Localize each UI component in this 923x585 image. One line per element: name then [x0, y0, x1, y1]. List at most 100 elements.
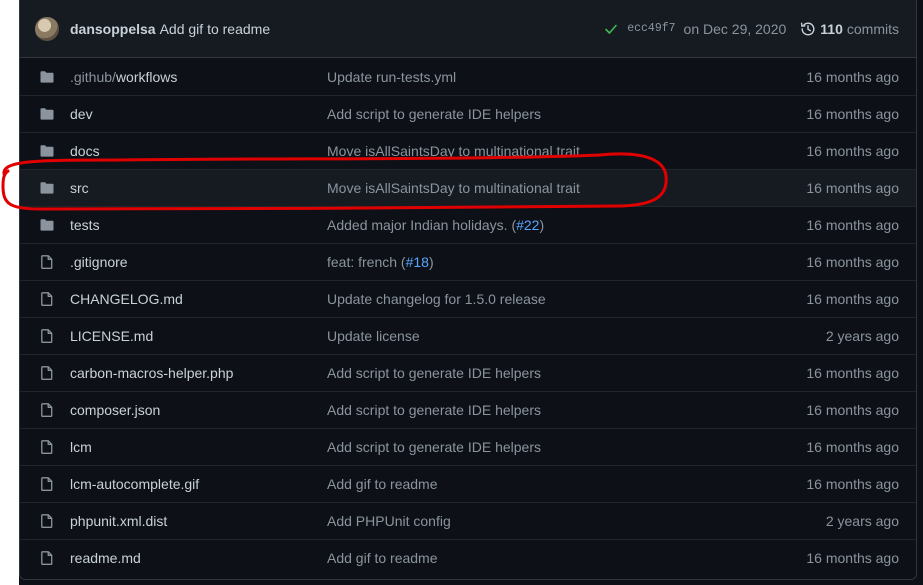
- commit-text-suffix[interactable]: ): [429, 254, 434, 270]
- commit-message[interactable]: Add gif to readme: [160, 21, 271, 37]
- file-name-link[interactable]: .github/workflows: [70, 69, 327, 85]
- file-row[interactable]: composer.json Add script to generate IDE …: [20, 391, 916, 428]
- file-age: 16 months ago: [806, 476, 899, 492]
- file-name-link[interactable]: composer.json: [70, 402, 327, 418]
- folder-icon: [39, 180, 55, 196]
- commit-text[interactable]: Add PHPUnit config: [327, 513, 451, 529]
- check-icon[interactable]: [603, 21, 619, 37]
- file-name[interactable]: composer.json: [70, 402, 160, 418]
- file-row[interactable]: docs Move isAllSaintsDay to multinational…: [20, 132, 916, 169]
- file-commit-message[interactable]: Move isAllSaintsDay to multinational tra…: [327, 180, 806, 196]
- file-name-link[interactable]: src: [70, 180, 327, 196]
- file-age: 2 years ago: [825, 513, 899, 529]
- file-name-link[interactable]: dev: [70, 106, 327, 122]
- commit-text[interactable]: Add gif to readme: [327, 550, 438, 566]
- commit-text[interactable]: Added major Indian holidays. (: [327, 217, 516, 233]
- commit-sha[interactable]: ecc49f7: [627, 22, 675, 35]
- file-row[interactable]: lcm Add script to generate IDE helpers 16 …: [20, 428, 916, 465]
- history-icon[interactable]: [800, 21, 816, 37]
- file-commit-message[interactable]: Add gif to readme: [327, 550, 806, 566]
- file-name[interactable]: CHANGELOG.md: [70, 291, 183, 307]
- file-name[interactable]: lcm: [70, 439, 92, 455]
- file-name[interactable]: lcm-autocomplete.gif: [70, 476, 199, 492]
- file-row[interactable]: .github/workflows Update run-tests.yml 16 …: [20, 58, 916, 95]
- commit-text[interactable]: Add gif to readme: [327, 476, 438, 492]
- file-name[interactable]: carbon-macros-helper.php: [70, 365, 233, 381]
- file-row[interactable]: src Move isAllSaintsDay to multinational …: [20, 169, 916, 206]
- file-name[interactable]: LICENSE.md: [70, 328, 153, 344]
- file-name[interactable]: tests: [70, 217, 100, 233]
- commit-author[interactable]: dansoppelsa: [70, 21, 156, 37]
- commit-text[interactable]: Add script to generate IDE helpers: [327, 439, 541, 455]
- commit-count-label[interactable]: commits: [847, 21, 899, 37]
- commit-text-suffix[interactable]: ): [539, 217, 544, 233]
- file-row[interactable]: dev Add script to generate IDE helpers 16 …: [20, 95, 916, 132]
- commit-count[interactable]: 110: [820, 21, 843, 37]
- file-commit-message[interactable]: Update run-tests.yml: [327, 69, 806, 85]
- latest-commit-header: dansoppelsa Add gif to readme ecc49f7 on…: [20, 0, 916, 58]
- file-commit-message[interactable]: Add script to generate IDE helpers: [327, 106, 806, 122]
- file-commit-message[interactable]: Add script to generate IDE helpers: [327, 402, 806, 418]
- commit-text[interactable]: Update run-tests.yml: [327, 69, 456, 85]
- file-icon: [39, 439, 55, 455]
- file-row[interactable]: lcm-autocomplete.gif Add gif to readme 16 …: [20, 465, 916, 502]
- file-row[interactable]: tests Added major Indian holidays. (#22) 1…: [20, 206, 916, 243]
- commit-text[interactable]: Move isAllSaintsDay to multinational tra…: [327, 180, 580, 196]
- file-commit-message[interactable]: Add script to generate IDE helpers: [327, 365, 806, 381]
- file-name-prefix[interactable]: .github/: [70, 69, 116, 85]
- file-row[interactable]: CHANGELOG.md Update changelog for 1.5.0 r…: [20, 280, 916, 317]
- file-age: 16 months ago: [806, 106, 899, 122]
- file-age: 16 months ago: [806, 68, 899, 85]
- file-name[interactable]: src: [70, 180, 89, 196]
- file-row[interactable]: phpunit.xml.dist Add PHPUnit config 2 year…: [20, 502, 916, 539]
- file-commit-message[interactable]: Add PHPUnit config: [327, 513, 826, 529]
- file-age: 2 years ago: [825, 328, 899, 344]
- file-name-link[interactable]: tests: [70, 217, 327, 233]
- file-age: 16 months ago: [806, 217, 899, 233]
- file-name-link[interactable]: LICENSE.md: [70, 328, 327, 344]
- file-name-link[interactable]: readme.md: [70, 550, 327, 566]
- file-commit-message[interactable]: Added major Indian holidays. (#22): [327, 217, 806, 233]
- file-age: 16 months ago: [806, 365, 899, 381]
- issue-link[interactable]: #18: [406, 254, 429, 270]
- file-age: 16 months ago: [806, 402, 899, 418]
- file-commit-message[interactable]: feat: french (#18): [327, 254, 806, 270]
- file-name-link[interactable]: lcm-autocomplete.gif: [70, 476, 327, 492]
- file-row[interactable]: readme.md Add gif to readme 16 months ago: [20, 539, 916, 576]
- file-age: 16 months ago: [806, 143, 899, 159]
- file-name-link[interactable]: lcm: [70, 439, 327, 455]
- file-icon: [39, 513, 55, 529]
- file-name[interactable]: .gitignore: [70, 254, 128, 270]
- file-name[interactable]: readme.md: [70, 550, 141, 566]
- file-icon: [39, 550, 55, 566]
- file-commit-message[interactable]: Add gif to readme: [327, 476, 806, 492]
- file-name-link[interactable]: carbon-macros-helper.php: [70, 365, 327, 381]
- file-commit-message[interactable]: Update changelog for 1.5.0 release: [327, 291, 806, 307]
- file-row[interactable]: .gitignore feat: french (#18) 16 months ag…: [20, 243, 916, 280]
- file-name[interactable]: phpunit.xml.dist: [70, 513, 167, 529]
- commit-text[interactable]: Move isAllSaintsDay to multinational tra…: [327, 143, 580, 159]
- file-row[interactable]: carbon-macros-helper.php Add script to ge…: [20, 354, 916, 391]
- file-name[interactable]: docs: [70, 143, 100, 159]
- issue-link[interactable]: #22: [516, 217, 539, 233]
- file-commit-message[interactable]: Move isAllSaintsDay to multinational tra…: [327, 143, 806, 159]
- commit-text[interactable]: Update changelog for 1.5.0 release: [327, 291, 546, 307]
- file-commit-message[interactable]: Update license: [327, 328, 826, 344]
- file-age: 16 months ago: [806, 291, 899, 307]
- file-name[interactable]: workflows: [116, 69, 177, 85]
- file-name-link[interactable]: CHANGELOG.md: [70, 291, 327, 307]
- commit-text[interactable]: feat: french (: [327, 254, 406, 270]
- file-row[interactable]: LICENSE.md Update license 2 years ago: [20, 317, 916, 354]
- file-age: 16 months ago: [806, 439, 899, 455]
- file-name-link[interactable]: .gitignore: [70, 254, 327, 270]
- file-commit-message[interactable]: Add script to generate IDE helpers: [327, 439, 806, 455]
- file-name-link[interactable]: docs: [70, 143, 327, 159]
- author-avatar[interactable]: [35, 16, 59, 41]
- commit-text[interactable]: Add script to generate IDE helpers: [327, 402, 541, 418]
- commit-text[interactable]: Add script to generate IDE helpers: [327, 365, 541, 381]
- commit-text[interactable]: Add script to generate IDE helpers: [327, 106, 541, 122]
- folder-icon: [39, 217, 55, 233]
- file-name[interactable]: dev: [70, 106, 93, 122]
- commit-text[interactable]: Update license: [327, 328, 420, 344]
- file-name-link[interactable]: phpunit.xml.dist: [70, 513, 327, 529]
